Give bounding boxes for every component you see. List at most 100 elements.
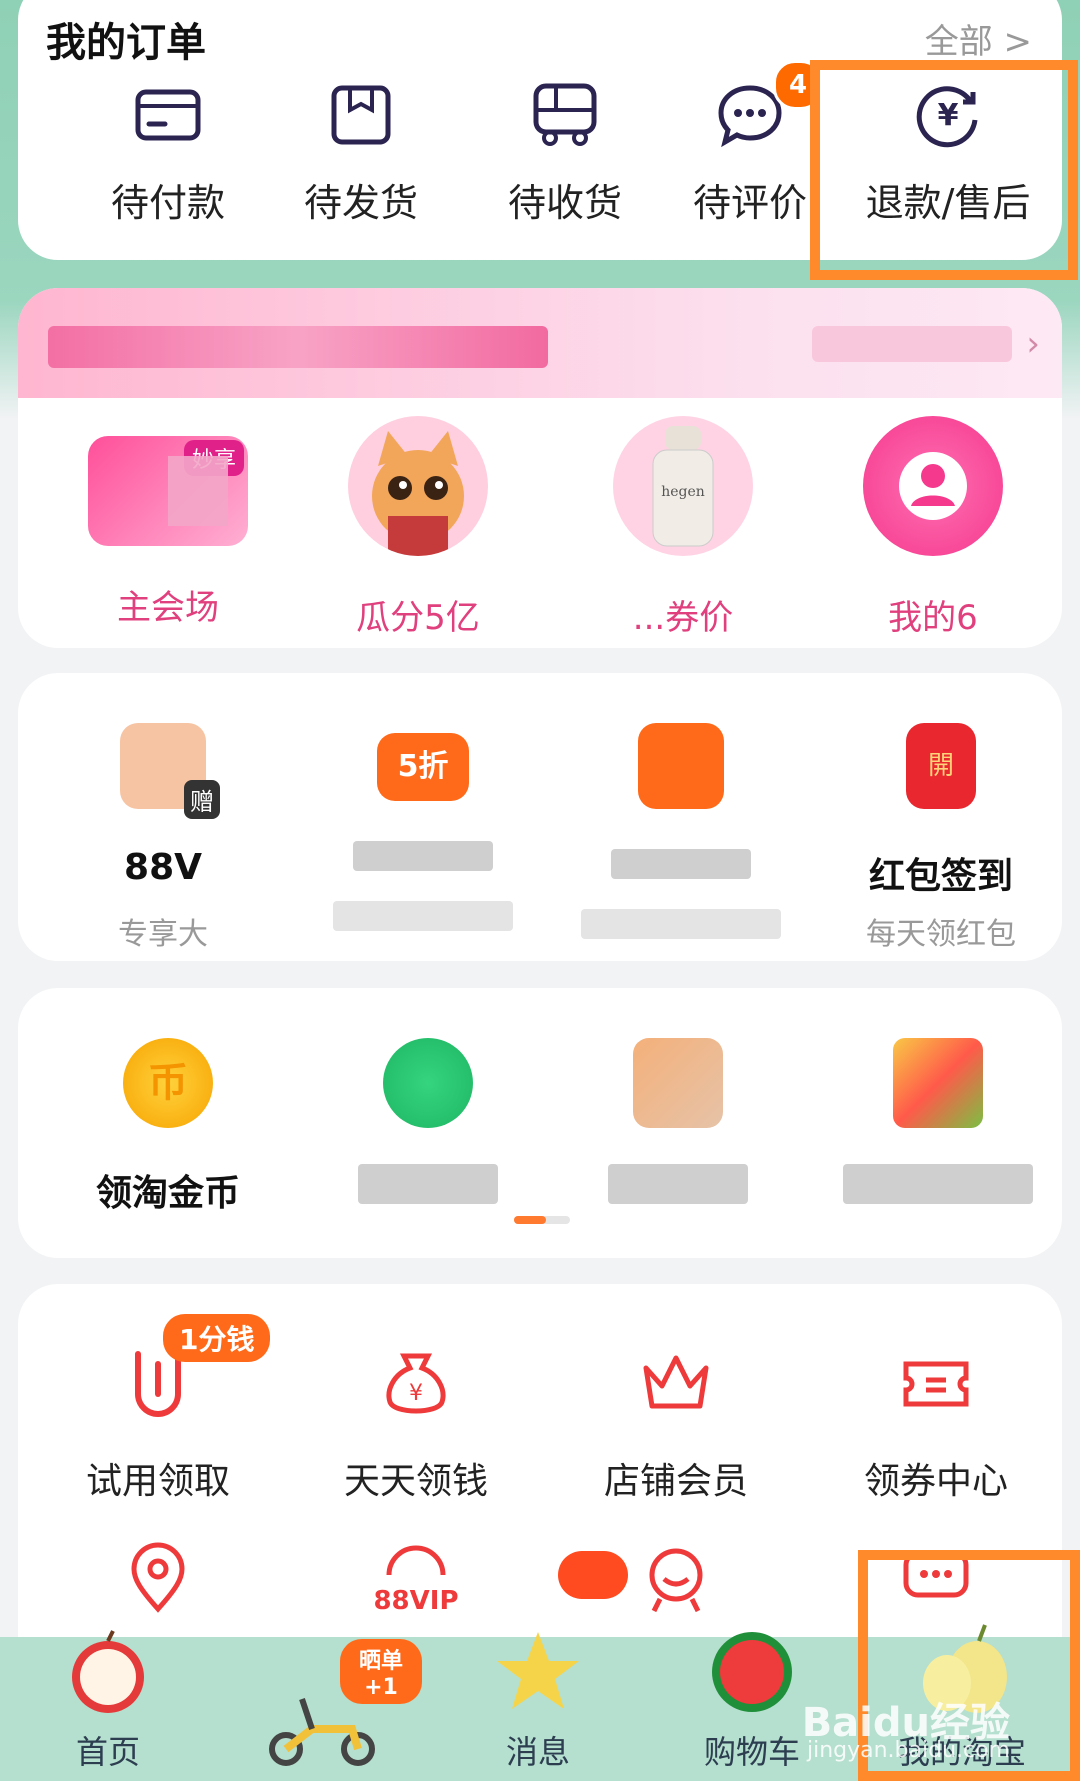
discount-icon: 5折 xyxy=(377,733,469,801)
tool-title xyxy=(566,847,796,889)
tool-item-discount[interactable]: 5折 xyxy=(308,723,538,937)
service-daily-money[interactable]: ¥ 天天领钱 xyxy=(291,1344,541,1504)
all-orders-link[interactable]: 全部 > xyxy=(925,14,1032,63)
box-icon xyxy=(331,85,391,145)
benefits-card: 赠 88V 专享大 5折 開 红包签到 每天领红包 xyxy=(18,673,1062,961)
mascot-icon xyxy=(649,1548,703,1613)
page-indicator xyxy=(514,1216,570,1224)
tool-subtitle xyxy=(308,901,538,937)
main-venue-image: 妙享 xyxy=(88,436,248,546)
order-pending-shipment[interactable]: 待发货 xyxy=(266,80,456,227)
pixel-mask xyxy=(843,1164,1033,1204)
unread-dot-badge xyxy=(558,1551,628,1599)
tab-label: 首页 xyxy=(75,1733,140,1771)
order-pending-receipt[interactable]: 待收货 xyxy=(470,80,660,227)
truck-icon xyxy=(533,83,597,146)
coin-icon: 币 xyxy=(123,1038,213,1128)
order-label: 待收货 xyxy=(507,181,622,225)
hearts-stars-icon xyxy=(893,1038,983,1128)
orders-title: 我的订单 xyxy=(46,20,206,66)
game-item-4[interactable] xyxy=(818,1038,1058,1208)
game-item-2[interactable] xyxy=(308,1038,548,1208)
chevron-right-icon[interactable]: › xyxy=(1026,324,1040,364)
cat-image xyxy=(348,416,488,556)
tab-home[interactable]: 首页 xyxy=(8,1627,208,1773)
wallet-icon xyxy=(638,723,724,809)
green-ball-icon xyxy=(383,1038,473,1128)
service-label: 天天领钱 xyxy=(343,1461,488,1502)
pixelated-title xyxy=(48,326,548,368)
crown-icon xyxy=(643,1355,709,1409)
tool-title: 红包签到 xyxy=(868,856,1013,897)
svg-text:88VIP: 88VIP xyxy=(373,1586,458,1616)
service-label: 店铺会员 xyxy=(603,1461,748,1502)
service-location[interactable] xyxy=(33,1539,283,1623)
service-trial[interactable]: 试用领取 1分钱 xyxy=(33,1314,283,1504)
svg-text:¥: ¥ xyxy=(409,1381,423,1406)
gift-badge: 赠 xyxy=(184,780,220,819)
share-tag: 晒单+1 xyxy=(340,1639,422,1704)
service-label: 试用领取 xyxy=(85,1461,230,1502)
order-label: 待发货 xyxy=(303,181,418,225)
tool-title xyxy=(308,839,538,881)
user-icon xyxy=(899,452,967,520)
tool-title: 88V xyxy=(124,847,202,888)
pixel-mask xyxy=(358,1164,498,1204)
tool-item-red-packet[interactable]: 開 红包签到 每天领红包 xyxy=(826,723,1056,952)
promo-banner[interactable]: › xyxy=(18,288,1062,398)
cat-icon xyxy=(372,431,464,556)
order-pending-payment[interactable]: 待付款 xyxy=(73,80,263,227)
tool-item-wallet[interactable] xyxy=(566,723,796,945)
coupon-icon xyxy=(903,1361,969,1407)
red-packet-icon: 開 xyxy=(906,723,976,809)
tab-messages[interactable]: 消息 xyxy=(438,1551,638,1773)
pixelated-subtitle xyxy=(812,326,1012,362)
promo-label: 主会场 xyxy=(117,588,219,628)
svg-text:hegen: hegen xyxy=(661,484,705,500)
tab-scooter[interactable]: 晒单+1 xyxy=(222,1639,422,1773)
penny-tag: 1分钱 xyxy=(163,1314,271,1362)
tool-subtitle: 专享大 xyxy=(118,917,208,952)
game-title xyxy=(818,1164,1058,1208)
starfruit-icon xyxy=(497,1632,579,1709)
game-title: 领淘金币 xyxy=(95,1173,240,1214)
promo-item-cat[interactable]: 瓜分5亿 xyxy=(298,416,538,639)
promo-label: ...券价 xyxy=(632,598,734,638)
game-title xyxy=(558,1164,798,1208)
promo-card: › 妙享 主会场 瓜分5亿 hegen xyxy=(18,288,1062,648)
game-item-coins[interactable]: 币 领淘金币 xyxy=(48,1038,288,1214)
apple-icon xyxy=(72,1630,144,1713)
profile-image xyxy=(863,416,1003,556)
service-label: 领券中心 xyxy=(863,1461,1008,1502)
promo-label: 我的6 xyxy=(888,598,978,638)
promo-label: 瓜分5亿 xyxy=(356,598,480,638)
tool-subtitle xyxy=(566,909,796,945)
pixel-mask xyxy=(168,456,228,526)
service-shop-member[interactable]: 店铺会员 xyxy=(551,1344,801,1504)
tab-label: 消息 xyxy=(505,1733,570,1771)
highlight-refund xyxy=(810,60,1078,280)
bottle-image: hegen xyxy=(613,416,753,556)
promo-item-main[interactable]: 妙享 主会场 xyxy=(48,416,288,629)
88vip-icon: 88VIP xyxy=(373,1545,459,1616)
watermelon-icon xyxy=(712,1632,792,1712)
location-icon xyxy=(131,1542,185,1613)
money-bag-icon: ¥ xyxy=(386,1353,446,1414)
service-coupon-center[interactable]: 领券中心 xyxy=(811,1344,1061,1504)
game-title xyxy=(308,1164,548,1208)
promo-item-bottle[interactable]: hegen ...券价 xyxy=(563,416,803,639)
order-label: 待付款 xyxy=(110,181,225,225)
tool-item-88vip-gift[interactable]: 赠 88V 专享大 xyxy=(48,723,278,952)
pixel-mask xyxy=(611,849,751,879)
pixel-mask xyxy=(333,901,513,931)
promo-item-profile[interactable]: 我的6 xyxy=(813,416,1053,639)
game-item-3[interactable] xyxy=(558,1038,798,1208)
pixel-mask xyxy=(353,841,493,871)
pixel-mask xyxy=(581,909,781,939)
card-icon xyxy=(135,89,201,141)
pixel-mask xyxy=(608,1164,748,1204)
games-card: 币 领淘金币 xyxy=(18,988,1062,1258)
service-88vip[interactable]: 88VIP xyxy=(291,1539,541,1623)
watermark-url: jingyan.baidu.com xyxy=(806,1738,1010,1763)
bottle-icon: hegen xyxy=(652,426,714,547)
